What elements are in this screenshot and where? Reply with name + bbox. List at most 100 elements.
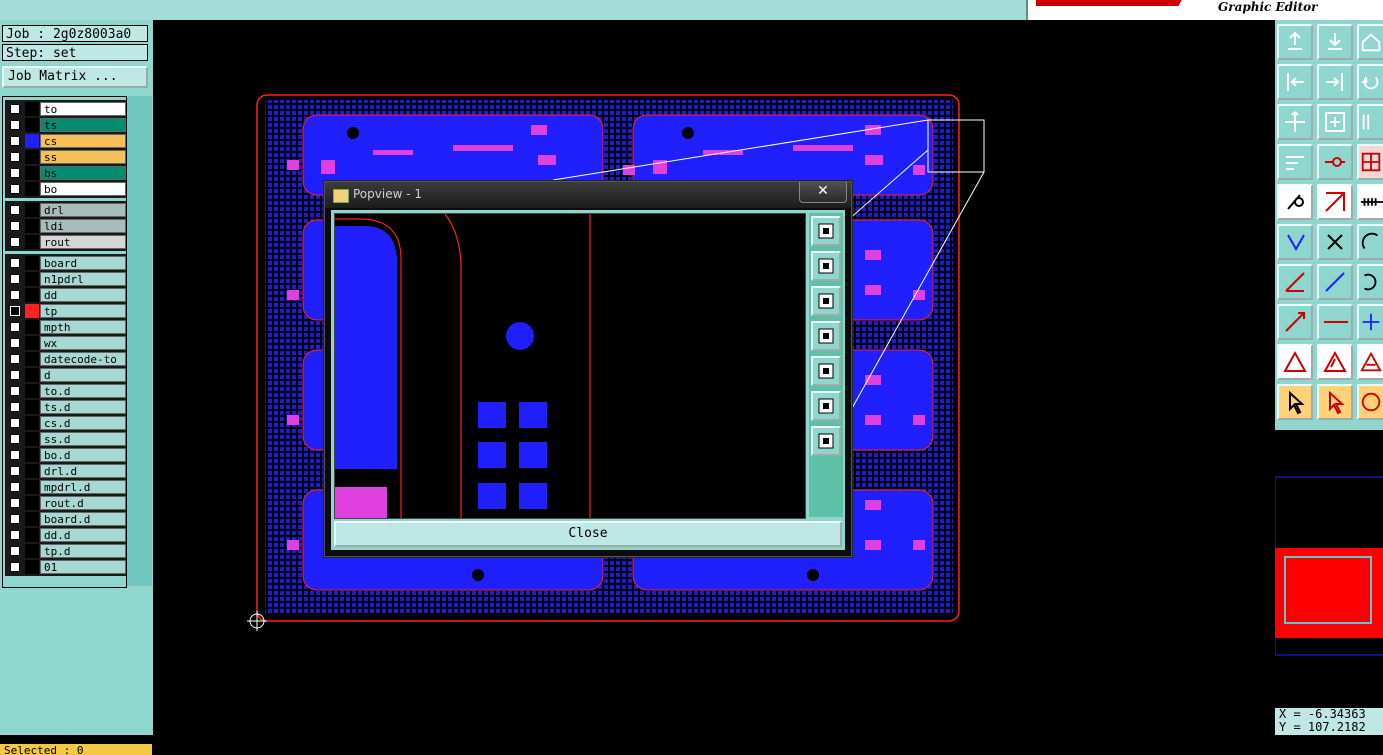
import-button[interactable] (1317, 24, 1353, 60)
layer-name[interactable]: n1pdrl (40, 272, 126, 286)
ruler-button[interactable] (1357, 184, 1383, 220)
export-button[interactable] (1277, 24, 1313, 60)
layer-checkbox[interactable] (10, 120, 20, 130)
layer-name[interactable]: rout.d (40, 496, 126, 510)
layer-row-datecode-to[interactable]: datecode-to (6, 351, 126, 367)
layer-row-board[interactable]: board (6, 255, 126, 271)
layer-name[interactable]: tp.d (40, 544, 126, 558)
layer-name[interactable]: ss (40, 150, 126, 164)
layer-checkbox[interactable] (10, 274, 20, 284)
zoom-fit-button[interactable] (811, 391, 841, 421)
layer-name[interactable]: to.d (40, 384, 126, 398)
layer-row-cs[interactable]: cs (6, 133, 126, 149)
layer-color-swatch[interactable] (25, 528, 39, 542)
layer-name[interactable]: wx (40, 336, 126, 350)
layer-color-swatch[interactable] (25, 256, 39, 270)
layer-color-swatch[interactable] (25, 272, 39, 286)
layer-checkbox[interactable] (10, 168, 20, 178)
close-button[interactable]: Close (334, 521, 842, 547)
layer-checkbox[interactable] (10, 290, 20, 300)
layer-row-bs[interactable]: bs (6, 165, 126, 181)
layer-checkbox[interactable] (10, 530, 20, 540)
layer-name[interactable]: ts.d (40, 400, 126, 414)
layer-color-swatch[interactable] (25, 352, 39, 366)
layer-name[interactable]: d (40, 368, 126, 382)
layer-name[interactable]: dd.d (40, 528, 126, 542)
layer-color-swatch[interactable] (25, 118, 39, 132)
triangle-select-button[interactable] (1317, 344, 1353, 380)
layer-name[interactable]: ts (40, 118, 126, 132)
layer-row-rout.d[interactable]: rout.d (6, 495, 126, 511)
arc-button[interactable] (1357, 224, 1383, 260)
layer-row-n1pdrl[interactable]: n1pdrl (6, 271, 126, 287)
move-button[interactable] (1357, 304, 1383, 340)
layer-name[interactable]: 01 (40, 560, 126, 574)
layer-row-tp.d[interactable]: tp.d (6, 543, 126, 559)
zoom-center-button[interactable] (811, 426, 841, 456)
layer-name[interactable]: drl.d (40, 464, 126, 478)
cross-button[interactable] (1317, 224, 1353, 260)
layer-checkbox[interactable] (10, 402, 20, 412)
split-button[interactable] (1317, 304, 1353, 340)
layer-checkbox[interactable] (10, 258, 20, 268)
layer-color-swatch[interactable] (25, 134, 39, 148)
line-red-button[interactable] (1277, 264, 1313, 300)
layer-name[interactable]: bo.d (40, 448, 126, 462)
layer-color-swatch[interactable] (25, 432, 39, 446)
layer-row-bo[interactable]: bo (6, 181, 126, 197)
zoom-fit-button[interactable] (1317, 104, 1353, 140)
fit-button[interactable] (1277, 104, 1313, 140)
layer-color-swatch[interactable] (25, 219, 39, 233)
layer-name[interactable]: dd (40, 288, 126, 302)
layer-color-swatch[interactable] (25, 150, 39, 164)
layer-checkbox[interactable] (10, 221, 20, 231)
layer-list-scrollbar[interactable] (126, 96, 152, 586)
layer-checkbox[interactable] (10, 322, 20, 332)
layer-name[interactable]: bo (40, 182, 126, 196)
layer-checkbox[interactable] (10, 434, 20, 444)
layer-name[interactable]: tp (40, 304, 126, 318)
layer-color-swatch[interactable] (25, 512, 39, 526)
layer-color-swatch[interactable] (25, 400, 39, 414)
scale-button[interactable] (1357, 104, 1383, 140)
layer-color-swatch[interactable] (25, 182, 39, 196)
curve-button[interactable] (1357, 264, 1383, 300)
layer-color-swatch[interactable] (25, 480, 39, 494)
layer-name[interactable]: mpth (40, 320, 126, 334)
layer-row-d[interactable]: d (6, 367, 126, 383)
tool-button[interactable] (1277, 144, 1313, 180)
layer-name[interactable]: rout (40, 235, 126, 249)
layer-name[interactable]: ss.d (40, 432, 126, 446)
layer-row-dd.d[interactable]: dd.d (6, 527, 126, 543)
select-poly-button[interactable] (1357, 384, 1383, 420)
layer-row-ts.d[interactable]: ts.d (6, 399, 126, 415)
layer-checkbox[interactable] (10, 450, 20, 460)
layer-checkbox[interactable] (10, 546, 20, 556)
layer-color-swatch[interactable] (25, 560, 39, 574)
node-button[interactable] (1277, 224, 1313, 260)
pan-right-button[interactable] (811, 356, 841, 386)
pan-left-button[interactable] (811, 321, 841, 351)
layer-checkbox[interactable] (10, 418, 20, 428)
layer-checkbox[interactable] (10, 338, 20, 348)
layer-color-swatch[interactable] (25, 368, 39, 382)
popview-titlebar[interactable]: Popview - 1 ✕ (325, 182, 851, 208)
layer-color-swatch[interactable] (25, 102, 39, 116)
layer-name[interactable]: cs.d (40, 416, 126, 430)
triangle-edit-button[interactable] (1357, 344, 1383, 380)
layer-row-drl[interactable]: drl (6, 202, 126, 218)
layer-name[interactable]: board (40, 256, 126, 270)
slice-button[interactable] (1317, 184, 1353, 220)
select-button[interactable] (1317, 384, 1353, 420)
layer-checkbox[interactable] (10, 104, 20, 114)
layer-checkbox[interactable] (10, 306, 20, 316)
layer-color-swatch[interactable] (25, 304, 39, 318)
layer-checkbox[interactable] (10, 354, 20, 364)
layer-checkbox[interactable] (10, 136, 20, 146)
pad-add-button[interactable] (1277, 304, 1313, 340)
layer-row-ldi[interactable]: ldi (6, 218, 126, 234)
layer-checkbox[interactable] (10, 482, 20, 492)
grid-button[interactable] (1357, 144, 1383, 180)
layer-checkbox[interactable] (10, 514, 20, 524)
layer-row-to[interactable]: to (6, 101, 126, 117)
